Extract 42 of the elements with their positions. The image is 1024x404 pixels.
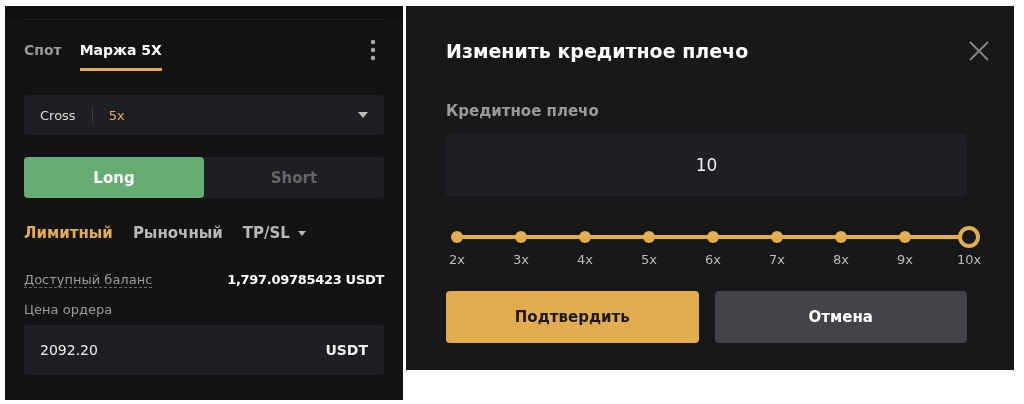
step-label: 2x — [448, 252, 466, 267]
step-label: 7x — [768, 252, 786, 267]
step-dot[interactable] — [451, 231, 463, 243]
price-value: 2092.20 — [40, 342, 98, 358]
dialog-title: Изменить кредитное плечо — [446, 40, 749, 62]
unit-label: USDT — [325, 342, 368, 358]
leverage-value: 5x — [108, 107, 126, 123]
step-label: 8x — [832, 252, 850, 267]
slider-thumb[interactable] — [958, 226, 980, 248]
close-icon[interactable] — [969, 41, 989, 61]
price-field[interactable]: 2092.20 USDT — [24, 325, 384, 375]
tab[interactable]: Спот — [24, 29, 62, 71]
leverage-slider[interactable]: 2x 3x 4x 5x 6x 7x 8x 9x 10x — [446, 226, 980, 276]
step-dot[interactable] — [579, 231, 591, 243]
order-type-tab[interactable]: Рыночный — [132, 224, 223, 242]
step-label: 5x — [640, 252, 658, 267]
cancel-button[interactable]: Отмена — [714, 291, 967, 343]
step-dot[interactable] — [835, 231, 847, 243]
tab[interactable]: Маржа 5X — [79, 29, 162, 71]
leverage-field[interactable]: 10 — [446, 134, 967, 196]
step-dot[interactable] — [707, 231, 719, 243]
caret-icon — [297, 230, 306, 236]
caret-icon — [358, 112, 368, 118]
order-type-tab[interactable]: Лимитный — [24, 224, 113, 242]
step-label: 9x — [896, 252, 914, 267]
confirm-button[interactable]: Подтвердить — [446, 291, 699, 343]
balance-value: 1,797.09785423 USDT — [227, 272, 384, 288]
step-label: 10x — [955, 252, 983, 267]
step-dot[interactable] — [899, 231, 911, 243]
margin-mode: Cross — [40, 107, 76, 123]
margin-dropdown[interactable]: Cross 5x — [24, 95, 384, 135]
step-label: 6x — [704, 252, 722, 267]
field-label: Кредитное плечо — [446, 102, 600, 120]
more-icon[interactable] — [370, 39, 376, 61]
order-type-tab[interactable]: TP/SL — [242, 224, 306, 242]
step-dot[interactable] — [643, 231, 655, 243]
balance-label: Доступный баланс — [24, 272, 153, 288]
step-dot[interactable] — [515, 231, 527, 243]
step-label: 4x — [576, 252, 594, 267]
step-dot[interactable] — [771, 231, 783, 243]
step-label: 3x — [512, 252, 530, 267]
price-label: Цена ордера — [24, 302, 114, 317]
